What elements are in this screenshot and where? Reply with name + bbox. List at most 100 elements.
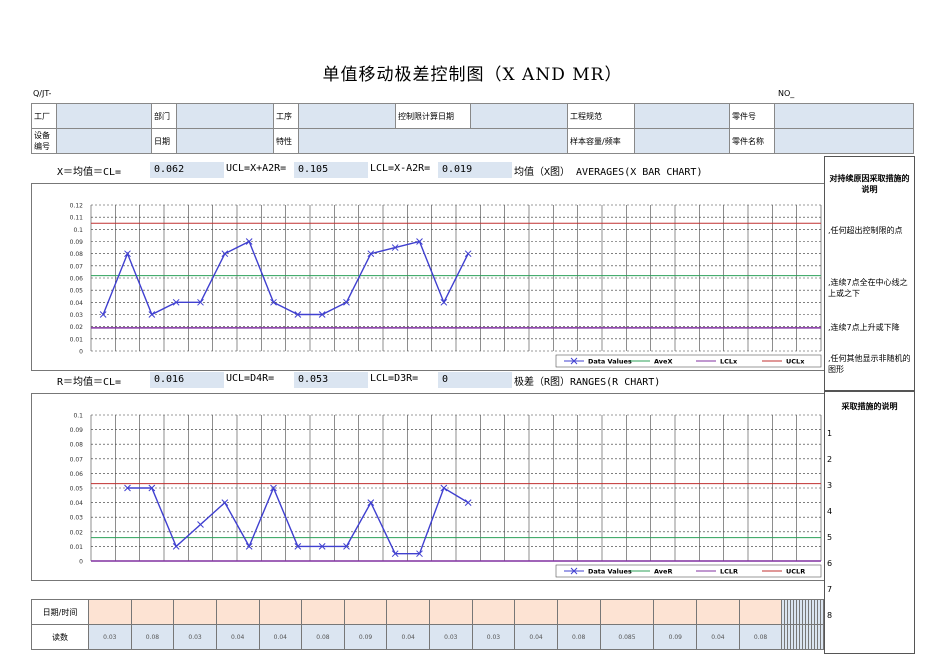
header-label: 零件名称	[729, 128, 775, 154]
r-data-point	[221, 499, 229, 506]
reading-cell[interactable]: 0.04	[258, 624, 303, 650]
x-cl-label: X＝均值＝CL=	[57, 167, 122, 178]
header-field[interactable]	[56, 128, 152, 154]
date-cell[interactable]	[738, 599, 783, 625]
reading-cell[interactable]: 0.03	[471, 624, 516, 650]
x-ytick-label: 0.02	[70, 324, 84, 331]
r-data-point	[197, 521, 204, 528]
date-cell[interactable]	[653, 599, 698, 625]
date-cell[interactable]	[130, 599, 175, 625]
date-cell[interactable]	[301, 599, 345, 625]
header-field[interactable]	[176, 128, 274, 154]
reading-cell[interactable]: 0.08	[556, 624, 601, 650]
r-legend-label: LCLR	[720, 568, 738, 576]
header-field[interactable]	[298, 128, 568, 154]
header-field[interactable]	[774, 128, 914, 154]
reading-cell[interactable]: 0.09	[653, 624, 698, 650]
action-number: 2	[827, 455, 833, 464]
x-ytick-label: 0.07	[70, 263, 84, 270]
date-row: 日期/时间	[31, 599, 825, 625]
reading-cell[interactable]: 0.03	[88, 624, 132, 650]
action-number: 5	[827, 533, 833, 542]
reading-cell[interactable]: 0.085	[599, 624, 655, 650]
date-label: 日期/时间	[31, 599, 89, 625]
reading-cell[interactable]: 0.04	[215, 624, 260, 650]
reading-cell[interactable]: 0.08	[301, 624, 345, 650]
date-cell[interactable]	[556, 599, 601, 625]
date-cell[interactable]	[599, 599, 655, 625]
x-data-point	[148, 311, 156, 318]
r-ytick-label: 0.1	[73, 413, 83, 420]
header-label: 工序	[273, 103, 299, 129]
header-label: 零件号	[729, 103, 775, 129]
reading-cell[interactable]	[819, 624, 825, 650]
x-chart-title: 均值（X图） AVERAGES(X BAR CHART)	[514, 167, 703, 178]
date-cell[interactable]	[696, 599, 740, 625]
header-field[interactable]	[634, 103, 730, 129]
cause-note-4: ,任何其他显示非随机的图形	[828, 354, 911, 374]
date-cell[interactable]	[173, 599, 217, 625]
reading-cell[interactable]: 0.09	[343, 624, 388, 650]
action-number: 7	[827, 585, 833, 594]
header-label: 工程规范	[567, 103, 635, 129]
reading-row: 读数 0.03 0.08 0.03 0.04 0.04 0.08 0.09 0.04 0.03 0.…	[31, 624, 825, 650]
action-number: 6	[827, 559, 833, 568]
date-cell[interactable]	[88, 599, 132, 625]
header-label: 样本容量/频率	[567, 128, 635, 154]
actions-panel: 采取措施的说明 1 2 3 4 5 6 7 8	[824, 390, 915, 654]
causes-panel: 对持续原因采取措施的说明 ,任何超出控制限的点 ,连续7点全在中心线之上或之下 …	[824, 156, 915, 392]
x-ytick-label: 0.01	[70, 336, 84, 343]
x-data-point	[99, 311, 107, 318]
header-row-2: 设备编号 日期 特性 样本容量/频率 零件名称	[31, 128, 914, 154]
header-field[interactable]	[56, 103, 152, 129]
r-ytick-label: 0.07	[70, 456, 84, 463]
x-legend-label: Data Values	[588, 358, 632, 366]
r-ytick-label: 0	[79, 559, 83, 566]
x-ytick-label: 0.08	[70, 251, 84, 258]
date-cell[interactable]	[429, 599, 473, 625]
x-cl-value: 0.062	[150, 162, 224, 178]
date-cell[interactable]	[258, 599, 303, 625]
r-lcl-value: 0	[438, 372, 512, 388]
header-field[interactable]	[634, 128, 730, 154]
date-cell[interactable]	[471, 599, 516, 625]
r-ytick-label: 0.01	[70, 544, 84, 551]
actions-heading: 采取措施的说明	[841, 402, 898, 411]
header-field[interactable]	[470, 103, 568, 129]
date-cell[interactable]	[514, 599, 558, 625]
x-ucl-label: UCL=X+A2R=	[226, 163, 287, 174]
r-cl-label: R＝均值＝CL=	[57, 377, 122, 388]
header-label: 部门	[151, 103, 177, 129]
r-ytick-label: 0.03	[70, 515, 84, 522]
reading-cell[interactable]: 0.04	[696, 624, 740, 650]
date-cell[interactable]	[343, 599, 388, 625]
x-ytick-label: 0.04	[70, 300, 84, 307]
reading-cell[interactable]: 0.08	[738, 624, 783, 650]
date-cell[interactable]	[819, 599, 825, 625]
header-table: 工厂 部门 工序 控制限计算日期 工程规范 零件号 设备编号 日期 特性 样本容…	[31, 103, 914, 154]
reading-cell[interactable]: 0.04	[514, 624, 558, 650]
header-label: 日期	[151, 128, 177, 154]
header-label: 设备编号	[31, 128, 57, 154]
reading-cell[interactable]: 0.04	[386, 624, 430, 650]
x-data-point	[221, 250, 229, 258]
r-legend-label: Data Values	[588, 568, 632, 576]
causes-heading: 对持续原因采取措施的说明	[829, 174, 910, 194]
r-ytick-label: 0.02	[70, 529, 84, 536]
reading-cell[interactable]: 0.03	[429, 624, 473, 650]
r-ucl-value: 0.053	[294, 372, 368, 388]
action-number: 4	[827, 507, 833, 516]
x-ytick-label: 0.03	[70, 312, 84, 319]
r-ytick-label: 0.06	[70, 471, 84, 478]
header-field[interactable]	[176, 103, 274, 129]
reading-cell[interactable]: 0.03	[173, 624, 217, 650]
header-field[interactable]	[298, 103, 396, 129]
header-field[interactable]	[774, 103, 914, 129]
reading-cell[interactable]: 0.08	[130, 624, 175, 650]
date-cell[interactable]	[215, 599, 260, 625]
r-data-point	[172, 543, 180, 550]
cause-note-3: ,连续7点上升或下降	[828, 323, 900, 332]
date-cell[interactable]	[386, 599, 430, 625]
x-ucl-value: 0.105	[294, 162, 368, 178]
cause-note-2: ,连续7点全在中心线之上或之下	[828, 278, 908, 298]
